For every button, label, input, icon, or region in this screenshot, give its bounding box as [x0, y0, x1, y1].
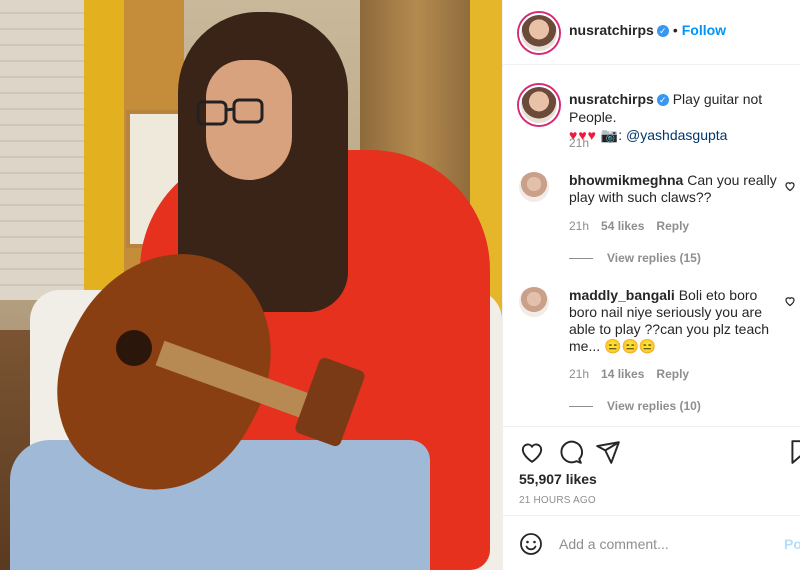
- reply-button[interactable]: Reply: [656, 367, 689, 381]
- share-icon[interactable]: [595, 439, 621, 465]
- caption-avatar[interactable]: [519, 85, 559, 125]
- add-comment-bar: Add a comment... Post: [503, 515, 800, 571]
- post-comment-button[interactable]: Post: [784, 536, 800, 552]
- caption-time: 21h: [569, 136, 590, 150]
- commenter-username[interactable]: bhowmikmeghna: [569, 172, 683, 188]
- separator-dot: •: [672, 22, 678, 38]
- author-line: nusratchirps ✓ • Follow: [569, 22, 726, 38]
- comment-text: bhowmikmeghna Can you really play with s…: [569, 172, 781, 206]
- bookmark-icon[interactable]: [787, 439, 800, 465]
- comment-input[interactable]: Add a comment...: [559, 536, 669, 552]
- expressionless-emoji: 😑😑😑: [604, 338, 657, 354]
- comment-likes[interactable]: 14 likes: [601, 367, 644, 381]
- follow-button[interactable]: Follow: [682, 22, 726, 38]
- comment-like-icon[interactable]: [784, 180, 796, 192]
- commenter-username[interactable]: maddly_bangali: [569, 287, 675, 303]
- comment-meta: 21h 14 likes Reply: [569, 367, 701, 381]
- emoji-icon[interactable]: [519, 532, 543, 556]
- post-side-panel: nusratchirps ✓ • Follow nusratchirps ✓ Play …: [502, 0, 800, 570]
- view-replies-button[interactable]: View replies (15): [569, 251, 701, 265]
- brick-wall: [0, 0, 84, 300]
- comment-time: 21h: [569, 367, 590, 381]
- verified-icon: ✓: [656, 94, 669, 107]
- post-photo[interactable]: [0, 0, 502, 570]
- author-username[interactable]: nusratchirps: [569, 22, 654, 38]
- comment-text: maddly_bangali Boli eto boro boro nail n…: [569, 287, 781, 355]
- author-avatar[interactable]: [519, 13, 559, 53]
- replies-dash: [569, 406, 593, 408]
- guitar-sound-hole: [116, 330, 152, 366]
- camera-icon: 📷:: [600, 127, 623, 143]
- verified-icon: ✓: [656, 25, 669, 38]
- heart-icon[interactable]: [519, 439, 545, 465]
- comment-like-icon[interactable]: [784, 295, 796, 307]
- glasses: [196, 98, 264, 126]
- view-replies-label: View replies (10): [607, 399, 701, 413]
- comment-likes[interactable]: 54 likes: [601, 219, 644, 233]
- photographer-mention[interactable]: @yashdasgupta: [626, 127, 727, 143]
- commenter-avatar[interactable]: [519, 172, 549, 202]
- comment-meta: 21h 54 likes Reply: [569, 219, 701, 233]
- caption-username[interactable]: nusratchirps: [569, 91, 654, 107]
- comment-icon[interactable]: [557, 439, 583, 465]
- reply-button[interactable]: Reply: [656, 219, 689, 233]
- view-replies-label: View replies (15): [607, 251, 701, 265]
- caption-text: nusratchirps ✓ Play guitar not People. ♥♥…: [569, 90, 797, 144]
- post-timestamp: 21 HOURS AGO: [519, 495, 596, 506]
- post-header: nusratchirps ✓ • Follow: [503, 0, 800, 65]
- comment-time: 21h: [569, 219, 590, 233]
- view-replies-button[interactable]: View replies (10): [569, 399, 701, 413]
- replies-dash: [569, 258, 593, 260]
- likes-count[interactable]: 55,907 likes: [519, 471, 597, 487]
- commenter-avatar[interactable]: [519, 287, 549, 317]
